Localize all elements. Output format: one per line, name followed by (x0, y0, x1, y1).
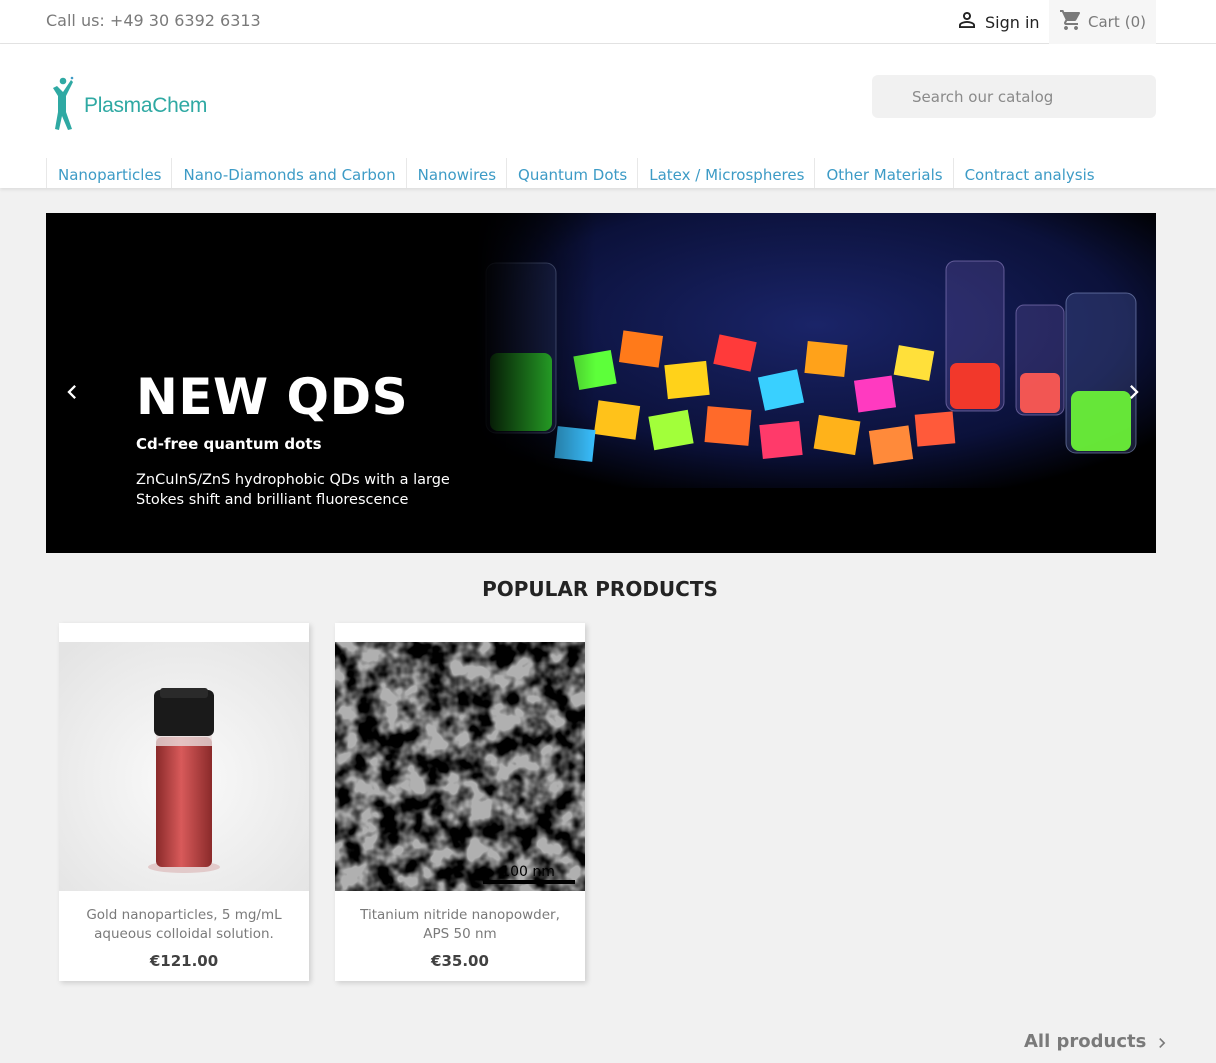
menu-item-nanowires[interactable]: Nanowires (405, 158, 506, 188)
product-name[interactable]: Titanium nitride nanopowder, APS 50 nm (349, 906, 571, 944)
menu-item-quantum-dots[interactable]: Quantum Dots (506, 158, 637, 188)
product-price: €35.00 (431, 952, 489, 970)
menu-item-contract-analysis[interactable]: Contract analysis (952, 158, 1105, 188)
all-products-label: All products (1024, 1030, 1147, 1052)
cart-icon (1059, 8, 1083, 36)
carousel-prev-button[interactable] (58, 378, 86, 410)
product-card[interactable]: 100 nm Titanium nitride nanopowder, APS … (335, 623, 585, 981)
slide-title: NEW QDS (136, 368, 409, 426)
scale-bar-label: 100 nm (501, 864, 555, 880)
logo-figure-icon (53, 76, 74, 130)
top-bar: Call us: +49 30 6392 6313 Sign in Cart (… (0, 0, 1216, 44)
menu-item-other-materials[interactable]: Other Materials (814, 158, 952, 188)
menu-item-nano-diamonds[interactable]: Nano-Diamonds and Carbon (171, 158, 405, 188)
search-box (872, 75, 1156, 118)
cart-count: (0) (1124, 13, 1146, 31)
menu-item-latex[interactable]: Latex / Microspheres (637, 158, 814, 188)
cart-button[interactable]: Cart (0) (1049, 0, 1156, 44)
product-price: €121.00 (149, 952, 219, 970)
logo-text: PlasmaChem (84, 94, 208, 117)
product-name[interactable]: Gold nanoparticles, 5 mg/mL aqueous coll… (73, 906, 295, 944)
sign-in-link[interactable]: Sign in (955, 8, 1040, 36)
cart-label: Cart (1088, 13, 1120, 31)
chevron-right-icon (1159, 1038, 1166, 1048)
carousel-next-button[interactable] (1120, 378, 1148, 410)
slide-subtitle: Cd-free quantum dots (136, 435, 322, 453)
quantum-dots-photo (476, 213, 1156, 553)
all-products-link[interactable]: All products (1024, 1029, 1172, 1053)
product-image-titanium-nitride[interactable]: 100 nm (335, 642, 585, 891)
slide-description: ZnCuInS/ZnS hydrophobic QDs with a large… (136, 472, 450, 508)
contact-phone: Call us: +49 30 6392 6313 (46, 11, 261, 30)
sign-in-label: Sign in (985, 12, 1040, 32)
product-card[interactable]: Gold nanoparticles, 5 mg/mL aqueous coll… (59, 623, 309, 981)
chevron-left-icon (67, 385, 76, 399)
search-input[interactable] (872, 75, 1156, 118)
hero-carousel: NEW QDS Cd-free quantum dots ZnCuInS/ZnS… (46, 213, 1156, 553)
product-image-gold[interactable] (59, 642, 309, 891)
chevron-right-icon (1130, 385, 1139, 399)
menu-item-nanoparticles[interactable]: Nanoparticles (46, 158, 171, 188)
site-logo[interactable]: PlasmaChem (46, 74, 211, 132)
main-menu: Nanoparticles Nano-Diamonds and Carbon N… (46, 158, 1105, 188)
person-icon (955, 8, 979, 36)
popular-products-title: POPULAR PRODUCTS (482, 577, 718, 601)
site-header: PlasmaChem Nanoparticles Nano-Diamonds a… (0, 44, 1216, 188)
